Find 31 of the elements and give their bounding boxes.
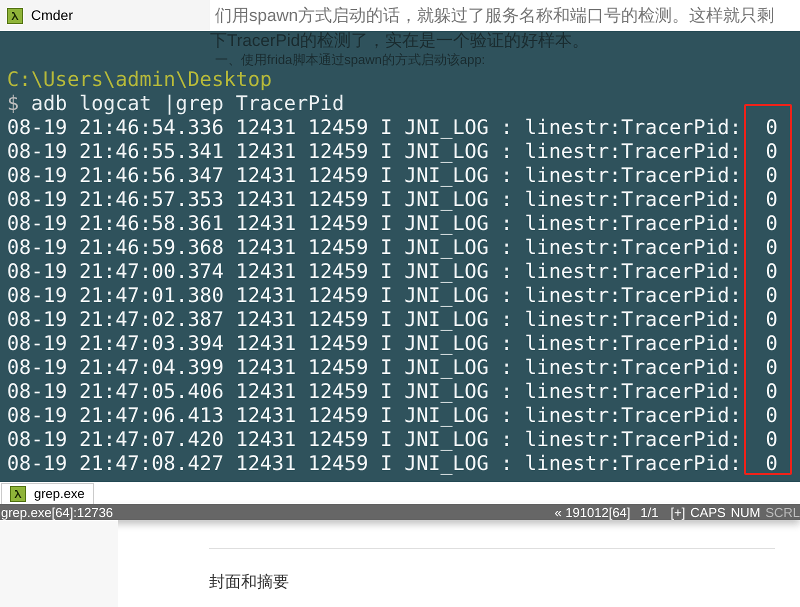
lambda-icon [10,486,26,502]
log-line: 08-19 21:47:07.420 12431 12459 I JNI_LOG : linestr:TracerPid: 0 [6,427,779,451]
section-heading: 封面和摘要 [209,572,290,593]
log-line: 08-19 21:47:06.413 12431 12459 I JNI_LOG : linestr:TracerPid: 0 [6,403,779,427]
log-line: 08-19 21:47:00.374 12431 12459 I JNI_LOG : linestr:TracerPid: 0 [6,259,779,283]
log-line: 08-19 21:46:59.368 12431 12459 I JNI_LOG : linestr:TracerPid: 0 [6,235,779,259]
status-pages: 1/1 [640,506,658,518]
page-text: 们用spawn方式启动的话，就躲过了服务名称和端口号的检测。这样就只剩 [215,4,774,27]
log-line: 08-19 21:46:55.341 12431 12459 I JNI_LOG : linestr:TracerPid: 0 [6,139,779,163]
status-process: grep.exe[64]:12736 [0,506,114,518]
status-build: « 191012[64] [554,506,630,518]
log-line: 08-19 21:47:08.427 12431 12459 I JNI_LOG : linestr:TracerPid: 0 [6,451,779,475]
log-line: 08-19 21:46:54.336 12431 12459 I JNI_LOG : linestr:TracerPid: 0 [6,115,779,139]
log-line: 08-19 21:47:03.394 12431 12459 I JNI_LOG : linestr:TracerPid: 0 [6,331,779,355]
log-line: 08-19 21:47:04.399 12431 12459 I JNI_LOG : linestr:TracerPid: 0 [6,355,779,379]
status-indicator: CAPS [690,506,726,518]
status-indicator: NUM [730,506,760,518]
prompt-path: C:\Users\admin\Desktop [6,67,272,91]
status-plus: [+] [670,506,686,518]
console-tab[interactable]: grep.exe [1,483,94,504]
log-line: 08-19 21:46:56.347 12431 12459 I JNI_LOG : linestr:TracerPid: 0 [6,163,779,187]
command-text: adb logcat |grep TracerPid [31,91,344,115]
log-line: 08-19 21:47:02.387 12431 12459 I JNI_LOG : linestr:TracerPid: 0 [6,307,779,331]
prompt-symbol: $ [7,91,20,115]
status-indicator: SCRL [765,506,800,518]
lambda-icon [7,8,23,24]
window-title: Cmder [31,6,74,25]
log-line: 08-19 21:47:05.406 12431 12459 I JNI_LOG : linestr:TracerPid: 0 [6,379,779,403]
log-line: 08-19 21:47:01.380 12431 12459 I JNI_LOG : linestr:TracerPid: 0 [6,283,779,307]
log-line: 08-19 21:46:57.353 12431 12459 I JNI_LOG : linestr:TracerPid: 0 [6,187,779,211]
log-line: 08-19 21:46:58.361 12431 12459 I JNI_LOG : linestr:TracerPid: 0 [6,211,779,235]
